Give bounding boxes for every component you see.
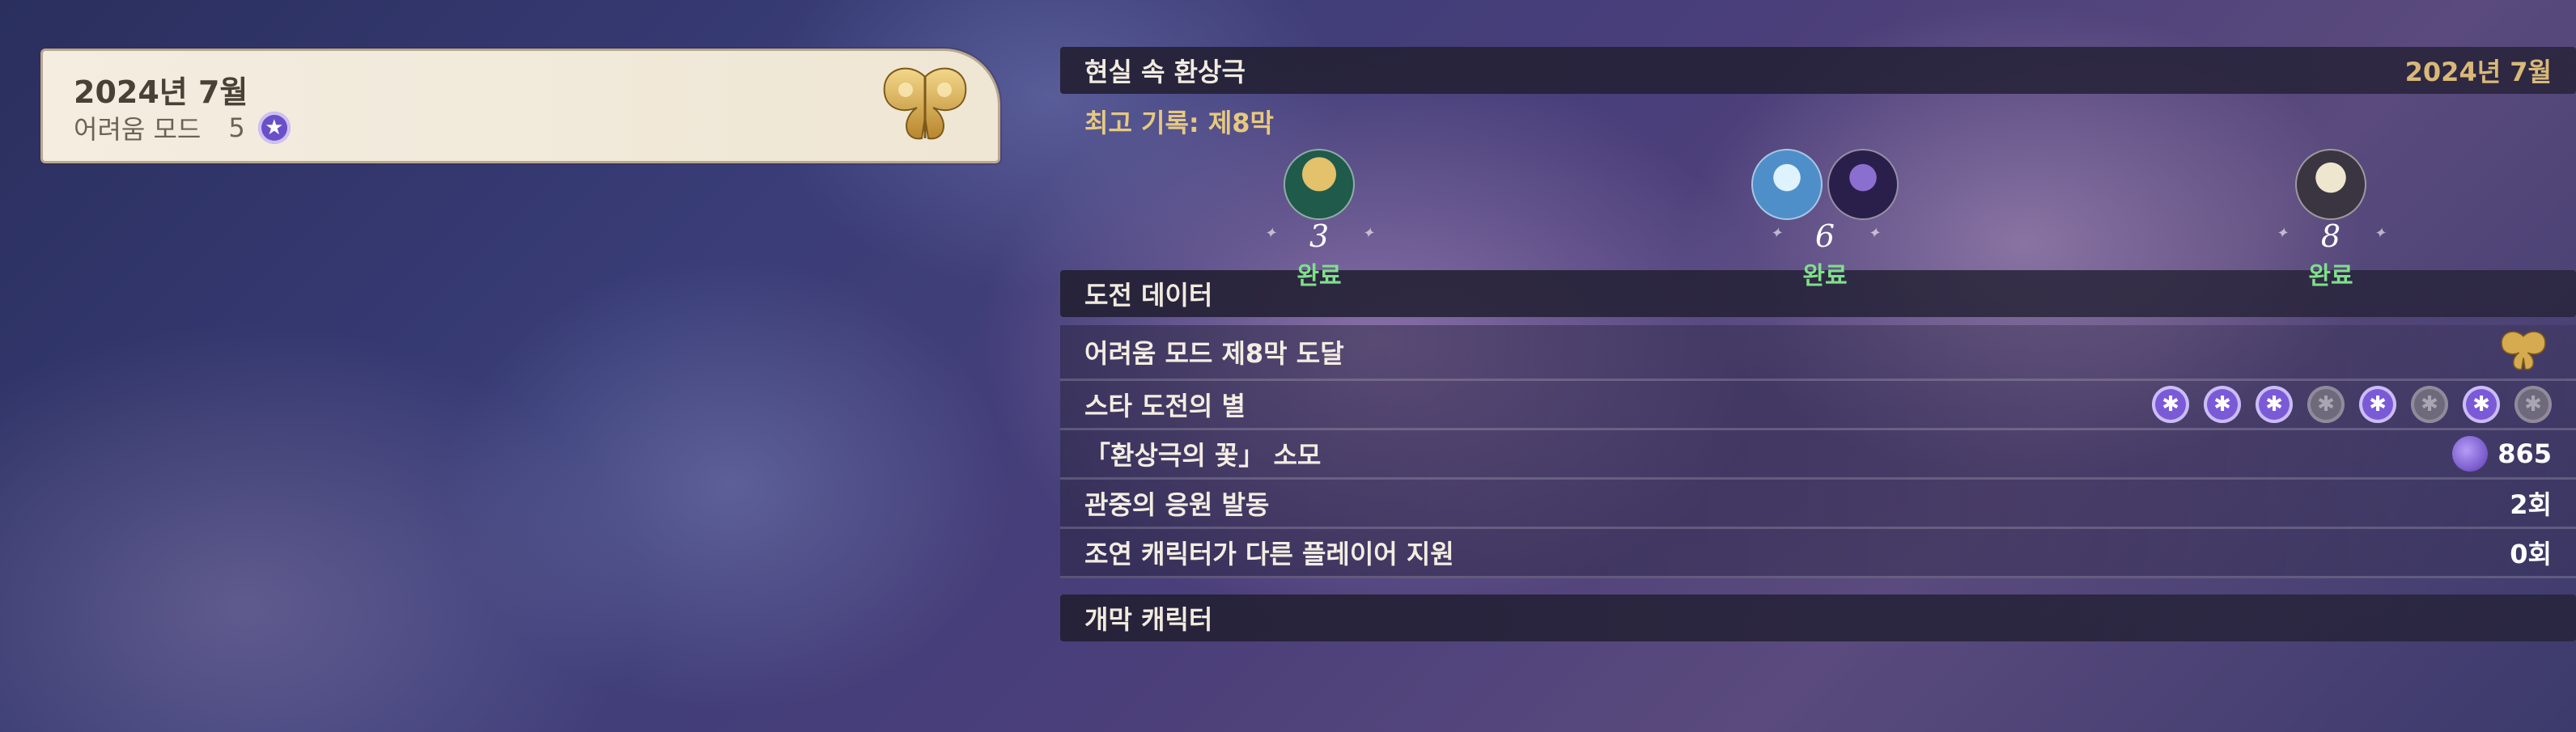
chamber-numeral: ✦ 3 ✦ <box>1264 218 1374 254</box>
character-avatar <box>1284 149 1355 220</box>
stat-value: 2회 <box>2510 489 2552 520</box>
stage-panel: 현실 속 환상극 2024년 7월 최고 기록: 제8막 ✦ 3 ✦ 완료 ✦ … <box>1060 47 2576 641</box>
difficulty-value: 5 <box>228 112 245 143</box>
stat-label: 「환상극의 꽃」 소모 <box>1084 440 1322 471</box>
chamber-status: 완료 <box>1296 262 1342 290</box>
chamber-list: ✦ 3 ✦ 완료 ✦ 6 ✦ 완료 ✦ 8 ✦ 완료 <box>1060 149 2576 290</box>
stat-value: 0회 <box>2510 539 2552 569</box>
star-empty-icon: ✱ <box>2307 386 2345 423</box>
character-avatar <box>1827 149 1899 220</box>
chamber-numeral: ✦ 6 ✦ <box>1770 218 1880 254</box>
sparkle-icon: ✦ <box>1867 225 1880 242</box>
stat-label: 조연 캐릭터가 다른 플레이어 지원 <box>1084 539 1454 569</box>
stage-title: 현실 속 환상극 <box>1084 57 1246 87</box>
cast-section-title: 개막 캐릭터 <box>1060 594 2576 641</box>
sparkle-icon: ✦ <box>1361 225 1374 242</box>
chamber-numeral: ✦ 8 ✦ <box>2276 218 2386 254</box>
difficulty-mode: 어려움 모드 5 ★ <box>74 109 291 146</box>
sparkle-icon: ✦ <box>1264 225 1277 242</box>
stat-value <box>2495 328 2552 376</box>
season-date: 2024년 7월 <box>74 74 248 110</box>
star-filled-icon: ✱ <box>2204 386 2241 423</box>
sparkle-icon: ✦ <box>2276 225 2289 242</box>
chamber-item: ✦ 3 ✦ 완료 <box>1214 149 1424 291</box>
character-avatar <box>1751 149 1823 220</box>
best-record: 최고 기록: 제8막 <box>1084 108 1274 138</box>
star-badge-icon: ★ <box>257 112 291 144</box>
stat-row-stars: 스타 도전의 별 ✱ ✱ ✱ ✱ ✱ ✱ ✱ ✱ <box>1060 381 2576 430</box>
butterfly-emblem-icon <box>2501 331 2546 370</box>
sparkle-icon: ✦ <box>2373 225 2386 242</box>
stat-row-flower: 「환상극의 꽃」 소모 865 <box>1060 430 2576 480</box>
chamber-avatars <box>1214 149 1424 220</box>
stat-label: 스타 도전의 별 <box>1084 391 1246 421</box>
stat-value: 865 <box>2452 436 2552 472</box>
chamber-status: 완료 <box>2308 262 2353 290</box>
star-filled-icon: ✱ <box>2359 386 2396 423</box>
chamber-item: ✦ 6 ✦ 완료 <box>1720 149 1930 291</box>
flower-icon <box>2452 436 2489 472</box>
stage-header: 현실 속 환상극 2024년 7월 <box>1060 47 2576 94</box>
stat-row-cheer: 관중의 응원 발동 2회 <box>1060 480 2576 529</box>
chamber-item: ✦ 8 ✦ 완료 <box>2226 149 2436 291</box>
chamber-status: 완료 <box>1802 262 1848 290</box>
stage-date: 2024년 7월 <box>2404 57 2552 87</box>
star-filled-icon: ✱ <box>2463 386 2500 423</box>
star-empty-icon: ✱ <box>2411 386 2448 423</box>
stat-label: 관중의 응원 발동 <box>1084 489 1270 520</box>
star-rating: ✱ ✱ ✱ ✱ ✱ ✱ ✱ ✱ <box>2152 386 2552 423</box>
stat-label: 어려움 모드 제8막 도달 <box>1084 338 1344 369</box>
star-filled-icon: ✱ <box>2256 386 2293 423</box>
chamber-avatars <box>2226 149 2436 220</box>
stat-row-support: 조연 캐릭터가 다른 플레이어 지원 0회 <box>1060 529 2576 578</box>
season-card: 2024년 7월 어려움 모드 5 ★ <box>40 49 1000 163</box>
star-filled-icon: ✱ <box>2152 386 2189 423</box>
sparkle-icon: ✦ <box>1770 225 1783 242</box>
star-empty-icon: ✱ <box>2514 386 2552 423</box>
character-avatar <box>2295 149 2366 220</box>
difficulty-label: 어려움 모드 <box>74 114 202 145</box>
challenge-stats: 어려움 모드 제8막 도달 스타 도전의 별 ✱ ✱ ✱ ✱ ✱ ✱ ✱ ✱ 「환상극의 꽃」… <box>1060 325 2576 578</box>
stat-row-reached: 어려움 모드 제8막 도달 <box>1060 325 2576 381</box>
chamber-avatars <box>1720 149 1930 220</box>
butterfly-emblem-icon <box>883 67 967 140</box>
